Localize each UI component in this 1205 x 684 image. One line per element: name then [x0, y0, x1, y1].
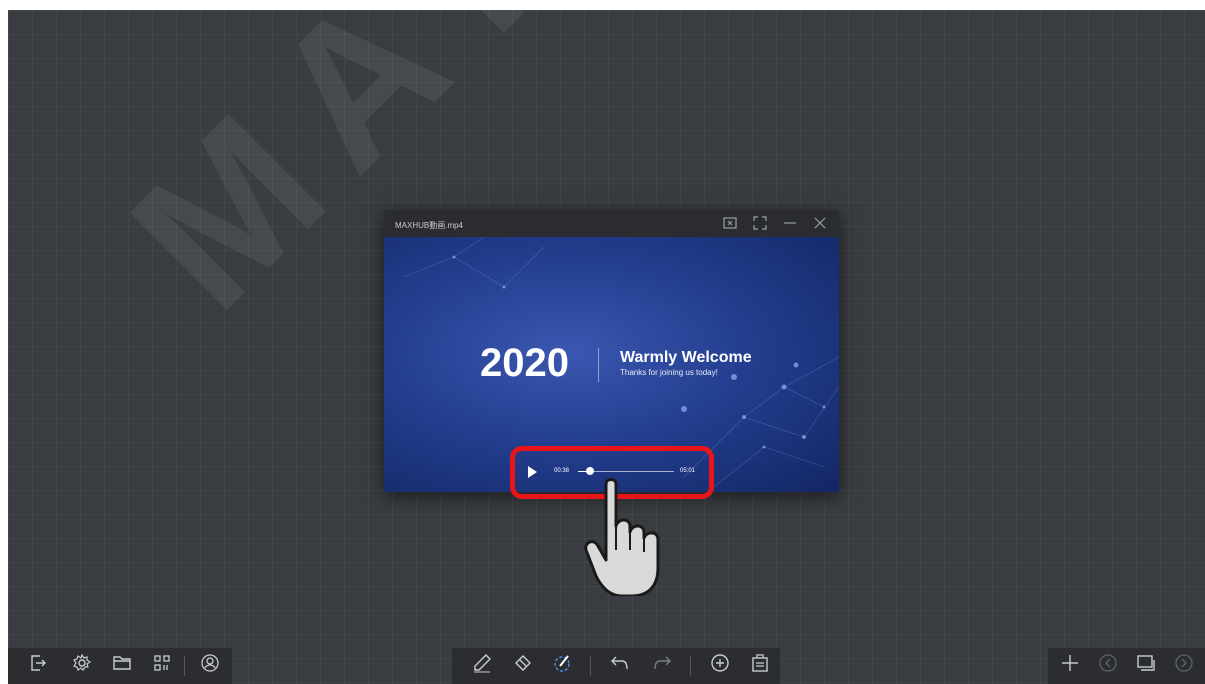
qr-code-icon[interactable] — [144, 648, 180, 684]
expand-icon[interactable] — [752, 215, 768, 231]
settings-icon[interactable] — [64, 648, 100, 684]
pen-icon[interactable] — [464, 648, 500, 684]
page-list-icon[interactable] — [1128, 648, 1164, 684]
eraser-icon[interactable] — [504, 648, 540, 684]
close-icon[interactable] — [812, 215, 828, 231]
toolbar-divider — [690, 656, 691, 676]
minimize-icon[interactable] — [782, 215, 798, 231]
slide-year: 2020 — [480, 341, 569, 385]
select-icon[interactable] — [544, 648, 580, 684]
undo-icon[interactable] — [602, 648, 638, 684]
exit-icon[interactable] — [20, 648, 56, 684]
folder-icon[interactable] — [104, 648, 140, 684]
toolbar-right — [1048, 648, 1205, 684]
pointing-hand-icon — [584, 478, 660, 596]
slide-heading: Warmly Welcome — [620, 349, 752, 366]
toolbar-divider — [184, 656, 185, 676]
toolbar-center — [452, 648, 780, 684]
slide-subheading: Thanks for joining us today! — [620, 368, 718, 377]
add-icon[interactable] — [702, 648, 738, 684]
slide-divider — [598, 348, 599, 382]
plus-icon[interactable] — [1052, 648, 1088, 684]
redo-icon[interactable] — [644, 648, 680, 684]
toolbar-left — [8, 648, 232, 684]
video-titlebar[interactable]: MAXHUB動画.mp4 — [384, 210, 839, 237]
whiteboard-canvas[interactable]: MAYA S MAXHUB動画.mp4 — [8, 10, 1205, 684]
toolbar-divider — [590, 656, 591, 676]
screen-share-icon[interactable] — [722, 215, 738, 231]
prev-page-icon[interactable] — [1090, 648, 1126, 684]
clipboard-icon[interactable] — [742, 648, 778, 684]
next-page-icon[interactable] — [1166, 648, 1202, 684]
user-icon[interactable] — [192, 648, 228, 684]
video-title: MAXHUB動画.mp4 — [395, 221, 464, 230]
